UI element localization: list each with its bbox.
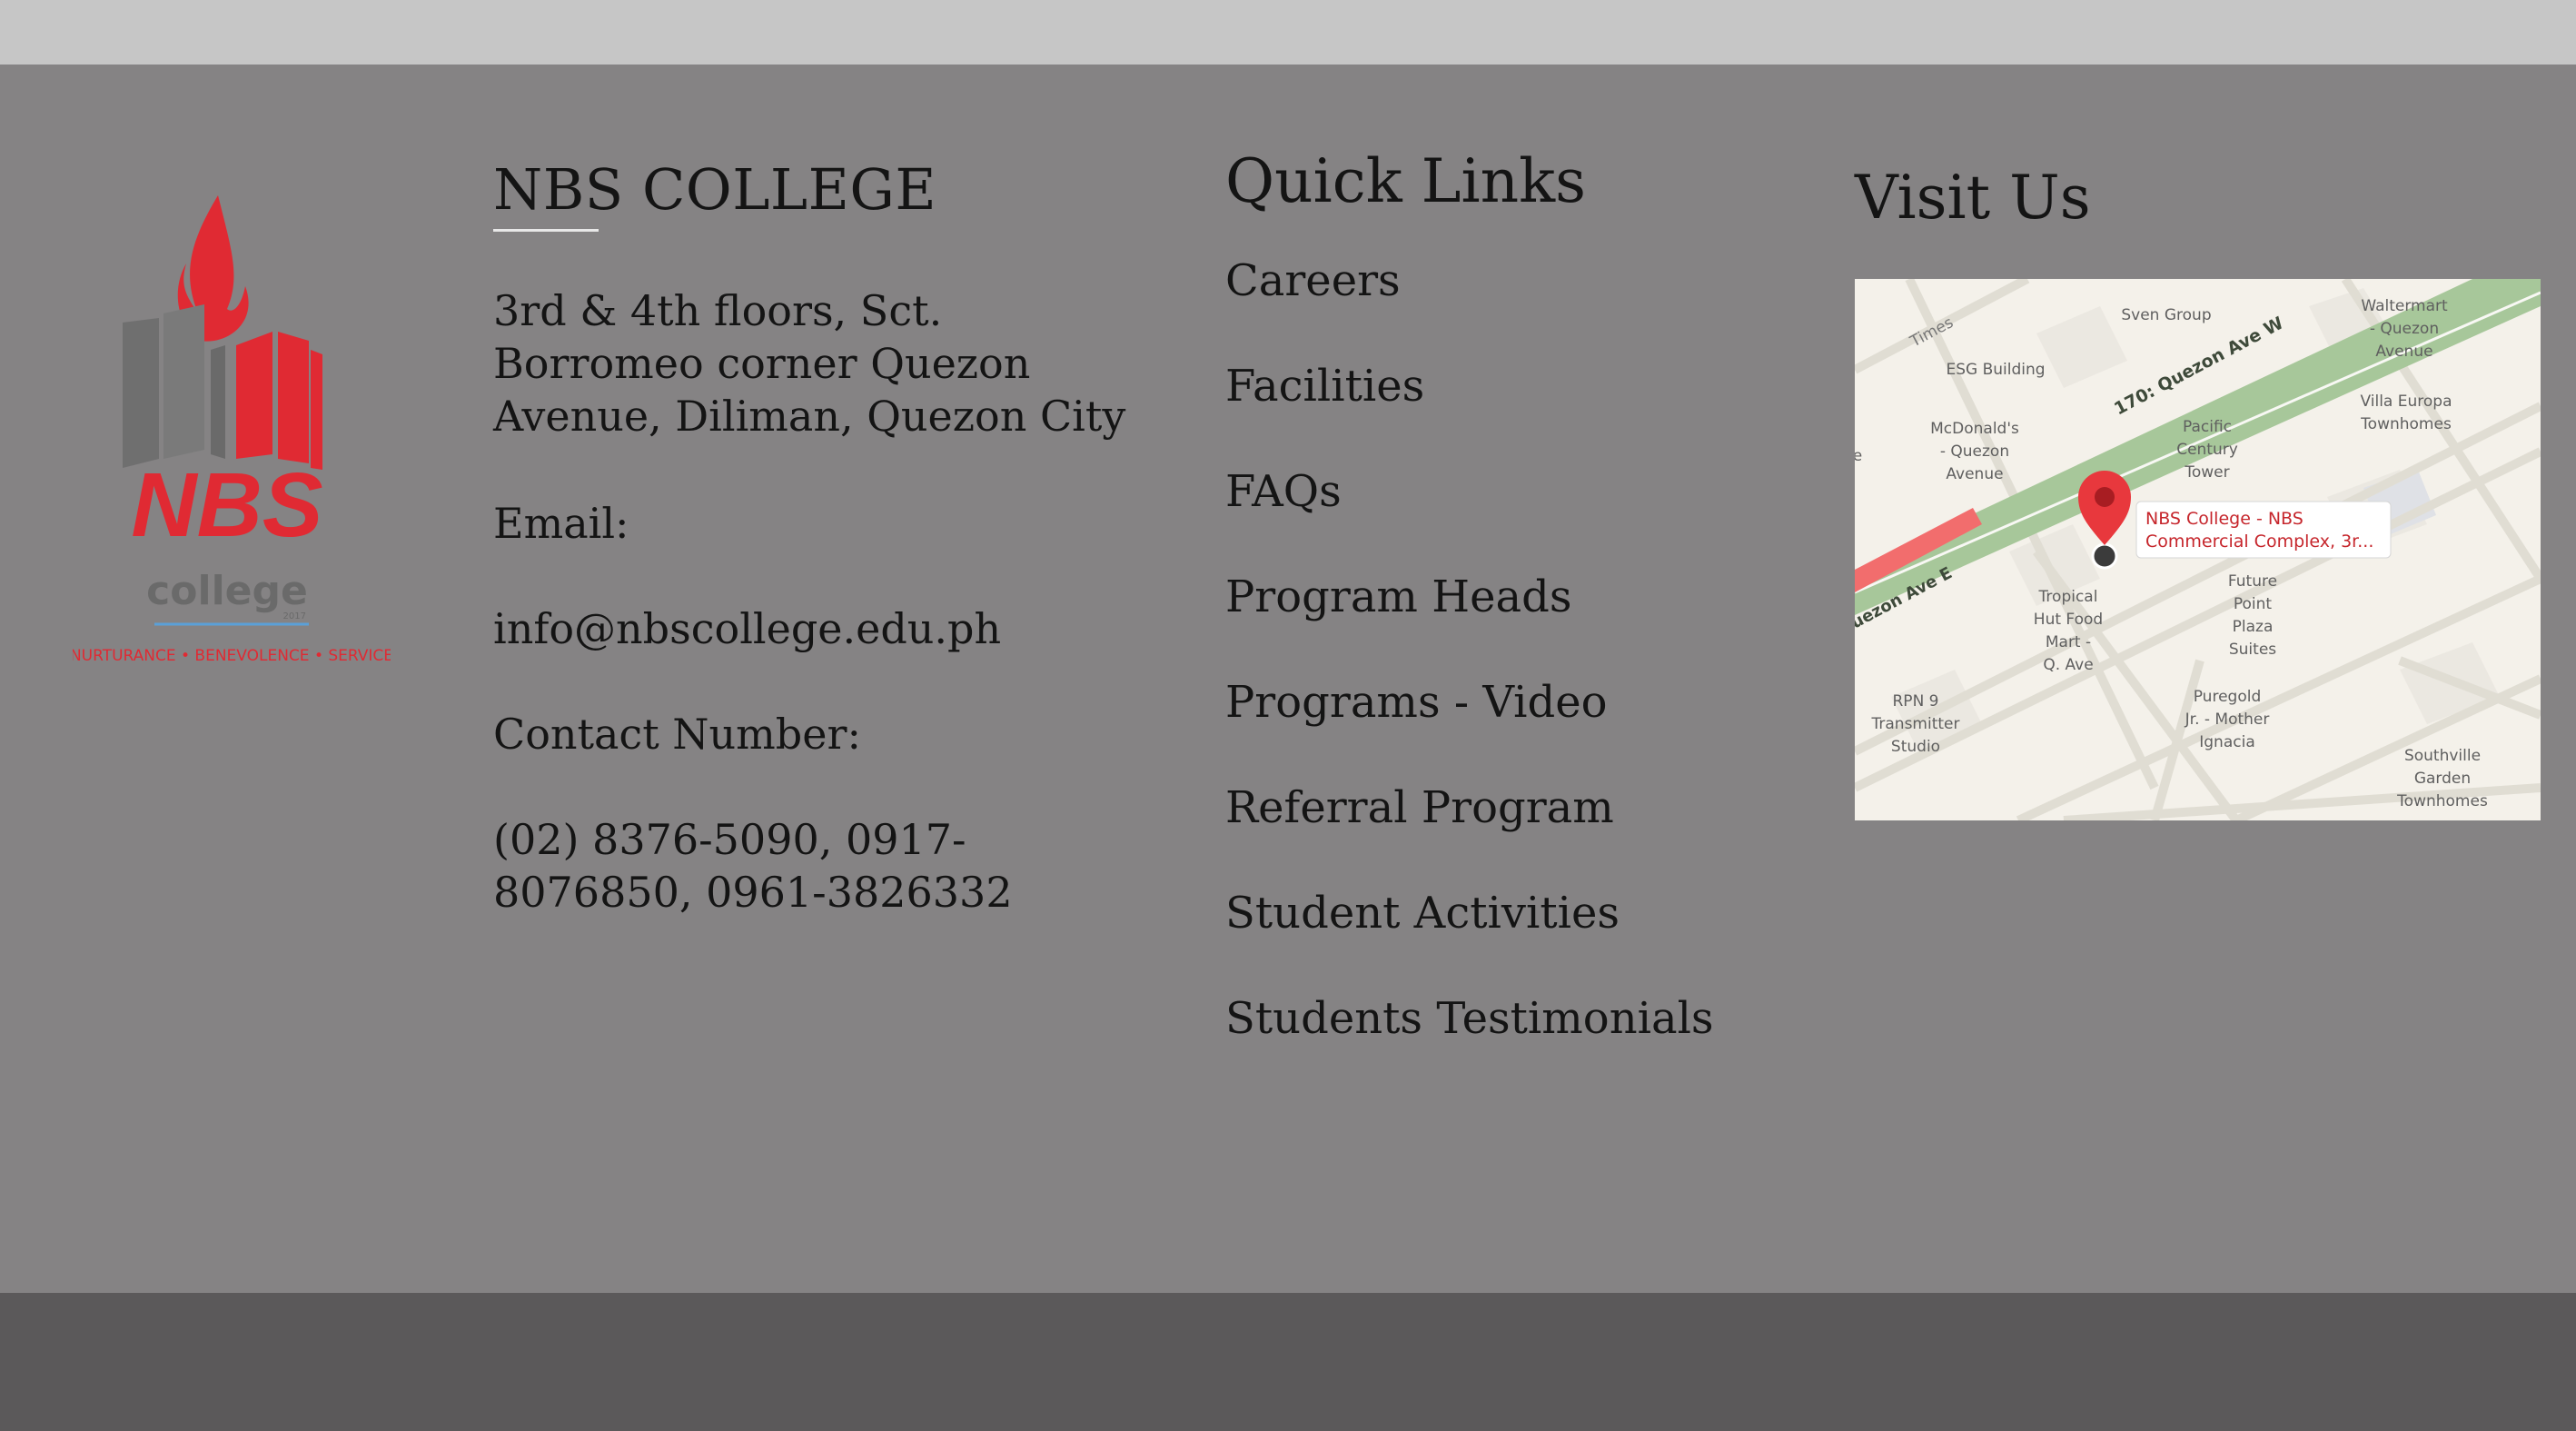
svg-text:Mart -: Mart - bbox=[2046, 633, 2091, 651]
link-referral-program[interactable]: Referral Program bbox=[1225, 781, 1788, 834]
svg-text:Townhomes: Townhomes bbox=[2396, 792, 2488, 810]
email-label: Email: bbox=[493, 499, 629, 548]
title-underline bbox=[493, 229, 599, 232]
svg-text:Jr. - Mother: Jr. - Mother bbox=[2185, 711, 2270, 729]
svg-text:Q. Ave: Q. Ave bbox=[2043, 656, 2093, 674]
svg-text:college: college bbox=[146, 568, 308, 614]
contact-numbers: (02) 8376-5090, 0917-8076850, 0961-38263… bbox=[493, 815, 1013, 917]
svg-text:- Quezon: - Quezon bbox=[2370, 320, 2439, 338]
svg-text:Tropical: Tropical bbox=[2038, 588, 2098, 606]
svg-text:Suites: Suites bbox=[2229, 641, 2276, 659]
quick-links-title: Quick Links bbox=[1225, 146, 1586, 216]
svg-text:e: e bbox=[1855, 447, 1862, 465]
svg-text:Garden: Garden bbox=[2414, 770, 2471, 788]
svg-text:- Quezon: - Quezon bbox=[1940, 442, 2009, 461]
svg-text:Century: Century bbox=[2176, 441, 2238, 459]
svg-text:Sven Group: Sven Group bbox=[2121, 306, 2211, 324]
svg-text:Avenue: Avenue bbox=[1946, 465, 2003, 483]
svg-text:Ignacia: Ignacia bbox=[2199, 733, 2254, 751]
svg-text:Waltermart: Waltermart bbox=[2361, 297, 2448, 315]
email-link[interactable]: info@nbscollege.edu.ph bbox=[493, 602, 1165, 655]
svg-text:Future: Future bbox=[2228, 572, 2277, 591]
svg-text:Puregold: Puregold bbox=[2194, 688, 2262, 706]
location-map[interactable]: 170: Quezon Ave W uezon Ave E Times Sven… bbox=[1855, 279, 2541, 820]
svg-text:NBS: NBS bbox=[131, 454, 322, 556]
svg-text:Avenue: Avenue bbox=[2375, 343, 2432, 361]
link-facilities[interactable]: Facilities bbox=[1225, 360, 1788, 412]
svg-text:ESG Building: ESG Building bbox=[1946, 361, 2045, 379]
bottom-bar bbox=[0, 1293, 2576, 1431]
quick-links-list: Careers Facilities FAQs Program Heads Pr… bbox=[1225, 254, 1788, 1045]
svg-text:Villa Europa: Villa Europa bbox=[2361, 393, 2452, 411]
link-programs-video[interactable]: Programs - Video bbox=[1225, 676, 1788, 729]
link-careers[interactable]: Careers bbox=[1225, 254, 1788, 307]
top-bar bbox=[0, 0, 2576, 65]
svg-text:Hut Food: Hut Food bbox=[2034, 611, 2103, 629]
link-faqs[interactable]: FAQs bbox=[1225, 465, 1788, 518]
svg-text:McDonald's: McDonald's bbox=[1930, 420, 2019, 438]
svg-text:Studio: Studio bbox=[1891, 738, 1940, 756]
contact-label: Contact Number: bbox=[493, 710, 861, 759]
svg-text:Pacific: Pacific bbox=[2183, 418, 2232, 436]
link-program-heads[interactable]: Program Heads bbox=[1225, 571, 1788, 623]
svg-text:RPN 9: RPN 9 bbox=[1893, 692, 1939, 711]
svg-text:Plaza: Plaza bbox=[2233, 618, 2274, 636]
college-title: NBS COLLEGE bbox=[493, 156, 937, 223]
svg-text:Townhomes: Townhomes bbox=[2360, 415, 2452, 433]
svg-text:NURTURANCE • BENEVOLENCE • SER: NURTURANCE • BENEVOLENCE • SERVICE bbox=[73, 647, 391, 665]
visit-us-title: Visit Us bbox=[1855, 163, 2091, 233]
svg-text:Tower: Tower bbox=[2184, 463, 2229, 482]
link-students-testimonials[interactable]: Students Testimonials bbox=[1225, 992, 1788, 1045]
svg-text:Southville: Southville bbox=[2404, 747, 2481, 765]
svg-text:Point: Point bbox=[2234, 595, 2273, 613]
quick-links-column: Quick Links Careers Facilities FAQs Prog… bbox=[1225, 145, 1788, 1098]
svg-text:Commercial Complex, 3r...: Commercial Complex, 3r... bbox=[2145, 532, 2373, 552]
svg-text:NBS College - NBS: NBS College - NBS bbox=[2145, 509, 2304, 529]
svg-text:2017: 2017 bbox=[283, 611, 306, 621]
college-address: 3rd & 4th floors, Sct. Borromeo corner Q… bbox=[493, 286, 1126, 441]
svg-text:Transmitter: Transmitter bbox=[1871, 715, 1960, 733]
visit-us-column: Visit Us bbox=[1855, 162, 2541, 234]
link-student-activities[interactable]: Student Activities bbox=[1225, 887, 1788, 939]
college-info-column: NBS COLLEGE 3rd & 4th floors, Sct. Borro… bbox=[493, 154, 1165, 919]
nbs-college-logo[interactable]: NBS college 2017 NURTURANCE • BENEVOLENC… bbox=[73, 186, 391, 677]
